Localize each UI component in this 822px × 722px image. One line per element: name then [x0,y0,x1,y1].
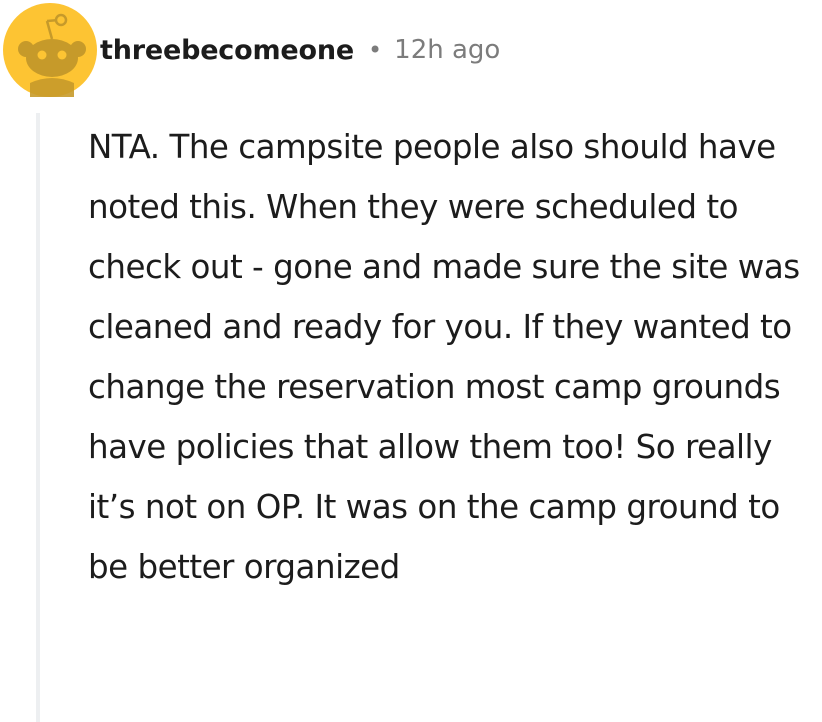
username-link[interactable]: threebecomeone [100,35,354,66]
comment: threebecomeone • 12h ago NTA. The campsi… [0,0,822,722]
comment-timestamp[interactable]: 12h ago [394,35,500,65]
comment-header: threebecomeone • 12h ago [100,28,500,72]
comment-body: NTA. The campsite people also should hav… [88,128,800,586]
thread-line[interactable] [36,113,40,722]
avatar[interactable] [3,3,97,97]
reddit-snoo-avatar-icon [3,3,97,97]
meta-separator: • [368,36,383,64]
